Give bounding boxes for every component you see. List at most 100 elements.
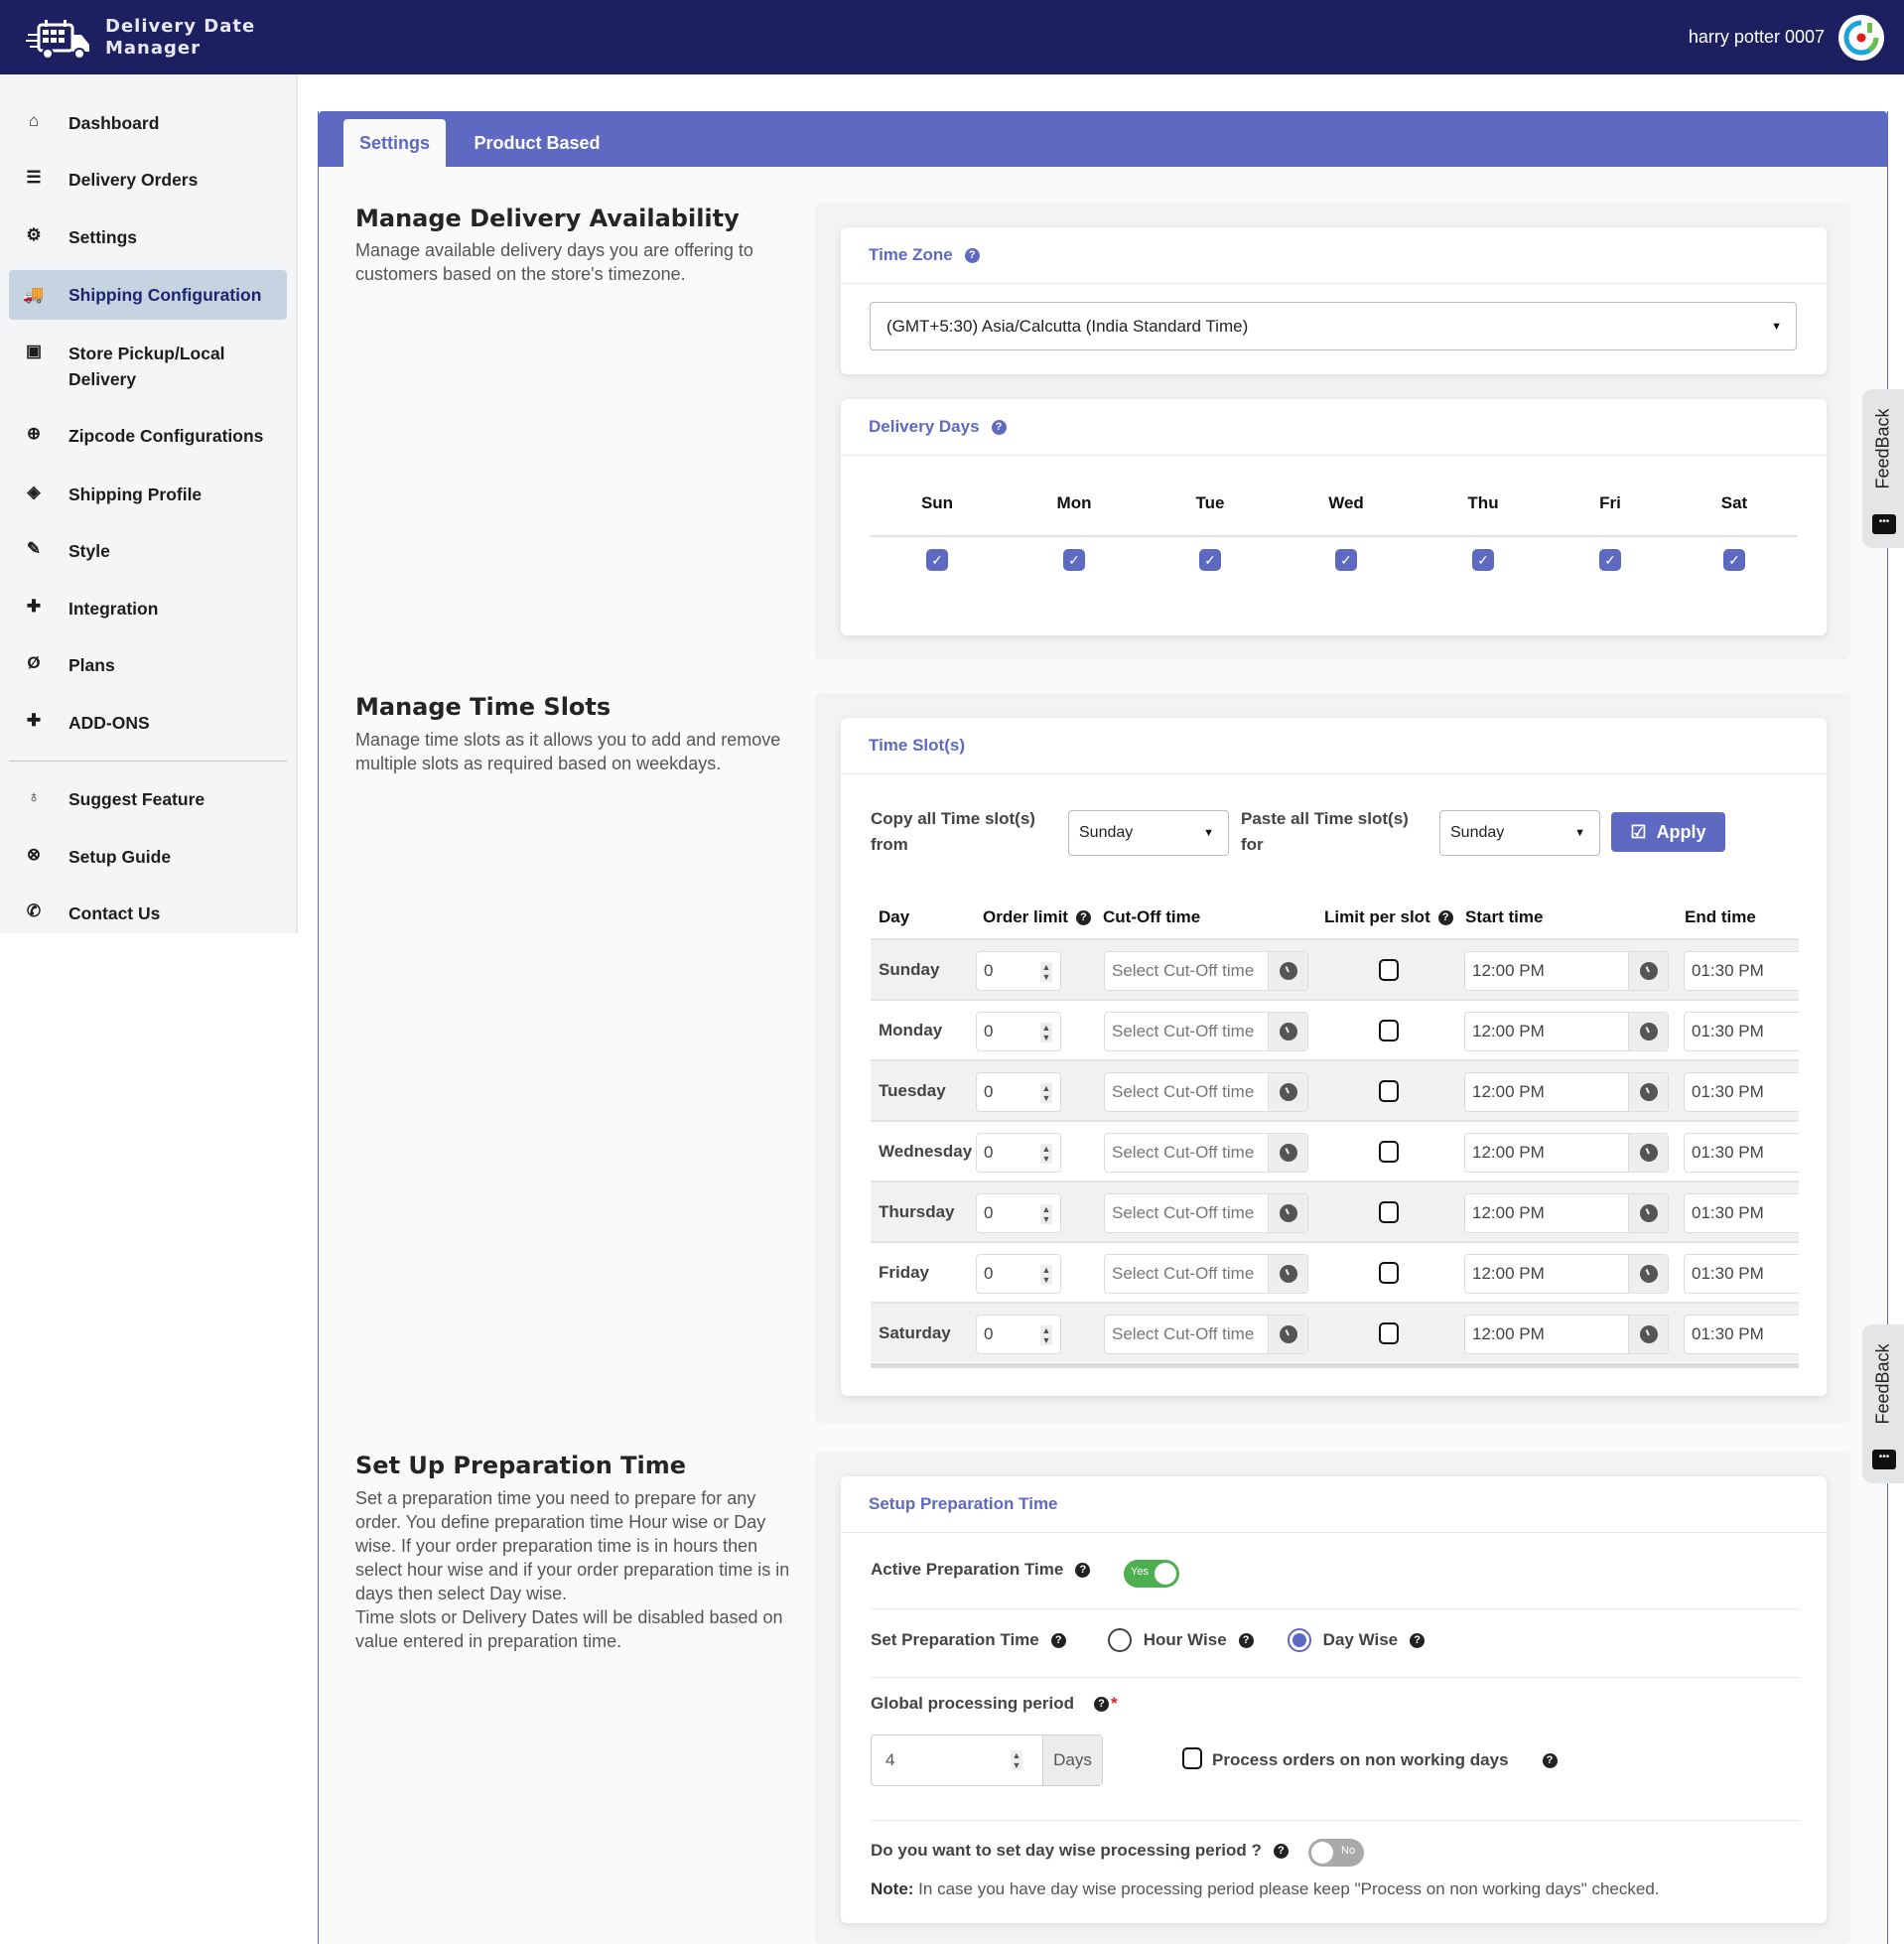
number-spinner-icon[interactable]: ▲ ▼: [1040, 962, 1052, 982]
day-checkbox[interactable]: ✓: [1335, 549, 1357, 571]
active-preparation-toggle[interactable]: Yes: [1124, 1560, 1179, 1588]
order-limit-input[interactable]: 0 ▲ ▼: [976, 1315, 1061, 1354]
number-spinner-icon[interactable]: ▲ ▼: [1040, 1144, 1052, 1164]
number-spinner-icon[interactable]: ▲ ▼: [1040, 1204, 1052, 1224]
end-time-input[interactable]: 01:30 PM: [1684, 1193, 1799, 1233]
sidebar-item-suggest-feature[interactable]: ♁ Suggest Feature: [9, 786, 287, 812]
sidebar-item-dashboard[interactable]: ⌂ Dashboard: [9, 110, 287, 136]
sidebar-item-store-pickup[interactable]: ▣ Store Pickup/Local Delivery: [9, 341, 287, 392]
cutoff-clock-button[interactable]: [1268, 1316, 1307, 1353]
limit-per-slot-checkbox[interactable]: [1379, 1020, 1399, 1041]
end-time-input[interactable]: 01:30 PM: [1684, 1254, 1799, 1294]
number-spinner-icon[interactable]: ▲ ▼: [1040, 1265, 1052, 1285]
cutoff-time-input[interactable]: Select Cut-Off time: [1104, 1072, 1308, 1112]
start-time-input[interactable]: 12:00 PM: [1464, 951, 1669, 991]
sidebar-item-settings[interactable]: ⚙ Settings: [9, 224, 287, 250]
paste-for-select[interactable]: Sunday ▼: [1439, 810, 1600, 856]
cutoff-time-input[interactable]: Select Cut-Off time: [1104, 1133, 1308, 1173]
global-processing-input[interactable]: 4: [885, 1750, 894, 1770]
start-time-input[interactable]: 12:00 PM: [1464, 1072, 1669, 1112]
help-icon[interactable]: ?: [1410, 1632, 1426, 1648]
help-icon[interactable]: ?: [1093, 1696, 1109, 1712]
help-icon[interactable]: ?: [991, 419, 1007, 435]
feedback-tab[interactable]: FeedBack •••: [1862, 389, 1904, 548]
cutoff-time-input[interactable]: Select Cut-Off time: [1104, 951, 1308, 991]
day-wise-label[interactable]: Day Wise: [1323, 1630, 1398, 1650]
start-clock-button[interactable]: [1628, 1073, 1668, 1111]
number-spinner-icon[interactable]: ▲ ▼: [1011, 1750, 1022, 1770]
help-icon[interactable]: ?: [1075, 1562, 1091, 1578]
order-limit-input[interactable]: 0 ▲ ▼: [976, 1072, 1061, 1112]
help-icon[interactable]: ?: [1238, 1632, 1254, 1648]
day-checkbox[interactable]: ✓: [1472, 549, 1494, 571]
sidebar-item-plans[interactable]: Ø Plans: [9, 652, 287, 678]
sidebar-item-zipcode-configurations[interactable]: ⊕ Zipcode Configurations: [9, 423, 287, 449]
cutoff-clock-button[interactable]: [1268, 952, 1307, 990]
avatar[interactable]: [1838, 14, 1884, 61]
hour-wise-label[interactable]: Hour Wise: [1144, 1630, 1227, 1650]
day-checkbox[interactable]: ✓: [1063, 549, 1085, 571]
order-limit-input[interactable]: 0 ▲ ▼: [976, 1193, 1061, 1233]
start-time-input[interactable]: 12:00 PM: [1464, 1254, 1669, 1294]
order-limit-input[interactable]: 0 ▲ ▼: [976, 1012, 1061, 1051]
brand[interactable]: Delivery Date Manager: [26, 15, 255, 61]
user-name[interactable]: harry potter 0007: [1689, 27, 1825, 48]
sidebar-item-setup-guide[interactable]: ⊗ Setup Guide: [9, 844, 287, 870]
start-time-input[interactable]: 12:00 PM: [1464, 1012, 1669, 1051]
help-icon[interactable]: ?: [1437, 909, 1453, 925]
end-time-input[interactable]: 01:30 PM: [1684, 1012, 1799, 1051]
sidebar-item-delivery-orders[interactable]: ☰ Delivery Orders: [9, 167, 287, 193]
hour-wise-radio[interactable]: [1107, 1628, 1132, 1652]
sidebar-item-style[interactable]: ✎ Style: [9, 538, 287, 564]
sidebar-item-integration[interactable]: ✚ Integration: [9, 596, 287, 622]
cutoff-clock-button[interactable]: [1268, 1255, 1307, 1293]
cutoff-time-input[interactable]: Select Cut-Off time: [1104, 1254, 1308, 1294]
end-time-input[interactable]: 01:30 PM: [1684, 1072, 1799, 1112]
start-time-input[interactable]: 12:00 PM: [1464, 1133, 1669, 1173]
non-working-days-checkbox[interactable]: [1182, 1747, 1202, 1769]
limit-per-slot-checkbox[interactable]: [1379, 1080, 1399, 1102]
order-limit-input[interactable]: 0 ▲ ▼: [976, 951, 1061, 991]
table-scrollbar[interactable]: [871, 1363, 1799, 1368]
tab-product-based[interactable]: Product Based: [458, 119, 616, 167]
start-clock-button[interactable]: [1628, 1194, 1668, 1232]
sidebar-item-shipping-configuration[interactable]: 🚚 Shipping Configuration: [9, 270, 287, 320]
end-time-input[interactable]: 01:30 PM: [1684, 951, 1799, 991]
non-working-days-label[interactable]: Process orders on non working days: [1212, 1750, 1509, 1770]
limit-per-slot-checkbox[interactable]: [1379, 1141, 1399, 1163]
order-limit-input[interactable]: 0 ▲ ▼: [976, 1133, 1061, 1173]
day-checkbox[interactable]: ✓: [1199, 549, 1221, 571]
sidebar-item-add-ons[interactable]: ✚ ADD-ONS: [9, 710, 287, 736]
day-checkbox[interactable]: ✓: [1599, 549, 1621, 571]
day-checkbox[interactable]: ✓: [1723, 549, 1745, 571]
start-clock-button[interactable]: [1628, 1316, 1668, 1353]
start-clock-button[interactable]: [1628, 952, 1668, 990]
cutoff-time-input[interactable]: Select Cut-Off time: [1104, 1193, 1308, 1233]
sidebar-item-shipping-profile[interactable]: ◈ Shipping Profile: [9, 482, 287, 507]
cutoff-clock-button[interactable]: [1268, 1134, 1307, 1172]
apply-button[interactable]: ☑ Apply: [1611, 812, 1725, 852]
cutoff-clock-button[interactable]: [1268, 1073, 1307, 1111]
limit-per-slot-checkbox[interactable]: [1379, 1322, 1399, 1344]
sidebar-item-contact-us[interactable]: ✆ Contact Us: [9, 901, 287, 926]
cutoff-clock-button[interactable]: [1268, 1013, 1307, 1050]
end-time-input[interactable]: 01:30 PM: [1684, 1315, 1799, 1354]
cutoff-time-input[interactable]: Select Cut-Off time: [1104, 1012, 1308, 1051]
number-spinner-icon[interactable]: ▲ ▼: [1040, 1325, 1052, 1345]
cutoff-time-input[interactable]: Select Cut-Off time: [1104, 1315, 1308, 1354]
start-time-input[interactable]: 12:00 PM: [1464, 1315, 1669, 1354]
start-clock-button[interactable]: [1628, 1134, 1668, 1172]
help-icon[interactable]: ?: [964, 247, 980, 263]
limit-per-slot-checkbox[interactable]: [1379, 1262, 1399, 1284]
end-time-input[interactable]: 01:30 PM: [1684, 1133, 1799, 1173]
timezone-select[interactable]: (GMT+5:30) Asia/Calcutta (India Standard…: [870, 302, 1797, 350]
start-clock-button[interactable]: [1628, 1255, 1668, 1293]
daywise-processing-toggle[interactable]: No: [1308, 1839, 1364, 1867]
copy-from-select[interactable]: Sunday ▼: [1068, 810, 1229, 856]
help-icon[interactable]: ?: [1542, 1752, 1558, 1768]
start-clock-button[interactable]: [1628, 1013, 1668, 1050]
start-time-input[interactable]: 12:00 PM: [1464, 1193, 1669, 1233]
day-wise-radio[interactable]: [1287, 1628, 1311, 1652]
number-spinner-icon[interactable]: ▲ ▼: [1040, 1023, 1052, 1042]
day-checkbox[interactable]: ✓: [926, 549, 948, 571]
